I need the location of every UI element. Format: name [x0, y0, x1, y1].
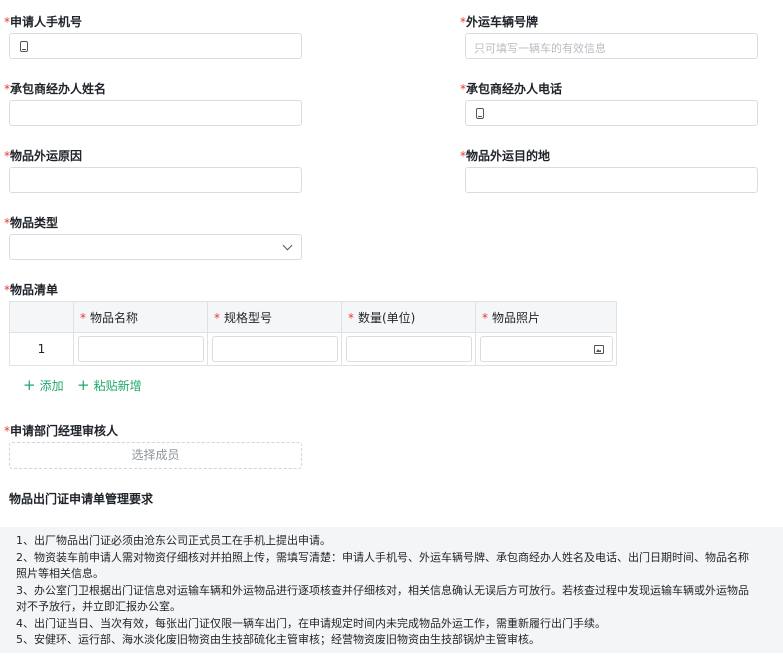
paste-add-button[interactable]: + 粘贴新增	[77, 376, 142, 394]
applicant-phone-label: *申请人手机号	[4, 15, 83, 29]
approver-label: *申请部门经理审核人	[4, 424, 119, 438]
requirement-line: 2、物资装车前申请人需对物资仔细核对并拍照上传，需填写清楚：申请人手机号、外运车…	[16, 550, 749, 564]
column-header-index	[9, 301, 74, 333]
contractor-phone-label: *承包商经办人电话	[460, 82, 563, 96]
contractor-name-input[interactable]	[9, 100, 302, 126]
requirements-panel: 1、出厂物品出门证必须由沧东公司正式员工在手机上提出申请。 2、物资装车前申请人…	[0, 527, 783, 653]
item-spec-input[interactable]	[212, 336, 338, 362]
contractor-name-label: *承包商经办人姓名	[4, 82, 107, 96]
reason-input[interactable]	[9, 167, 302, 193]
mobile-phone-icon	[20, 41, 28, 52]
vehicle-plate-input[interactable]: 只可填写一辆车的有效信息	[465, 33, 758, 59]
item-quantity-input[interactable]	[346, 336, 472, 362]
requirement-line: 4、出门证当日、当次有效，每张出门证仅限一辆车出门，在申请规定时间内未完成物品外…	[16, 616, 606, 630]
applicant-phone-input[interactable]	[9, 33, 302, 59]
column-header-photo: * 物品照片	[475, 301, 617, 333]
reason-label: *物品外运原因	[4, 149, 83, 163]
mobile-phone-icon	[476, 108, 484, 119]
column-header-spec: * 规格型号	[207, 301, 342, 333]
requirement-line: 1、出厂物品出门证必须由沧东公司正式员工在手机上提出申请。	[16, 534, 331, 547]
item-list-label: *物品清单	[4, 283, 59, 297]
item-list-table: * 物品名称 * 规格型号 * 数量(单位) * 物品照片 1	[9, 301, 617, 366]
table-row: 1	[9, 332, 617, 366]
requirement-line: 对不予放行，并立即汇报办公室。	[16, 600, 181, 613]
destination-input[interactable]	[465, 167, 758, 193]
item-type-select[interactable]	[9, 234, 302, 260]
plus-icon: +	[77, 376, 90, 394]
item-name-input[interactable]	[78, 336, 204, 362]
destination-label: *物品外运目的地	[460, 149, 551, 163]
column-header-name: * 物品名称	[73, 301, 208, 333]
plus-icon: +	[23, 376, 36, 394]
column-header-quantity: * 数量(单位)	[341, 301, 476, 333]
requirements-title: 物品出门证申请单管理要求	[9, 492, 154, 506]
vehicle-plate-label: *外运车辆号牌	[460, 15, 539, 29]
vehicle-plate-placeholder: 只可填写一辆车的有效信息	[474, 42, 606, 55]
requirement-line: 5、安健环、运行部、海水淡化废旧物资由生技部硫化主管审核；经营物资废旧物资由生技…	[16, 633, 540, 646]
contractor-phone-input[interactable]	[465, 100, 758, 126]
add-row-button[interactable]: + 添加	[23, 376, 64, 394]
row-index: 1	[9, 332, 74, 366]
chevron-down-icon	[282, 240, 293, 251]
item-type-label: *物品类型	[4, 216, 59, 230]
requirement-line: 3、办公室门卫根据出门证信息对运输车辆和外运物品进行逐项核查并仔细核对，相关信息…	[16, 583, 749, 597]
requirement-line: 照片等相关信息。	[16, 567, 104, 580]
item-photo-upload[interactable]	[480, 336, 613, 362]
image-icon	[594, 345, 604, 354]
select-member-button[interactable]: 选择成员	[9, 442, 302, 469]
